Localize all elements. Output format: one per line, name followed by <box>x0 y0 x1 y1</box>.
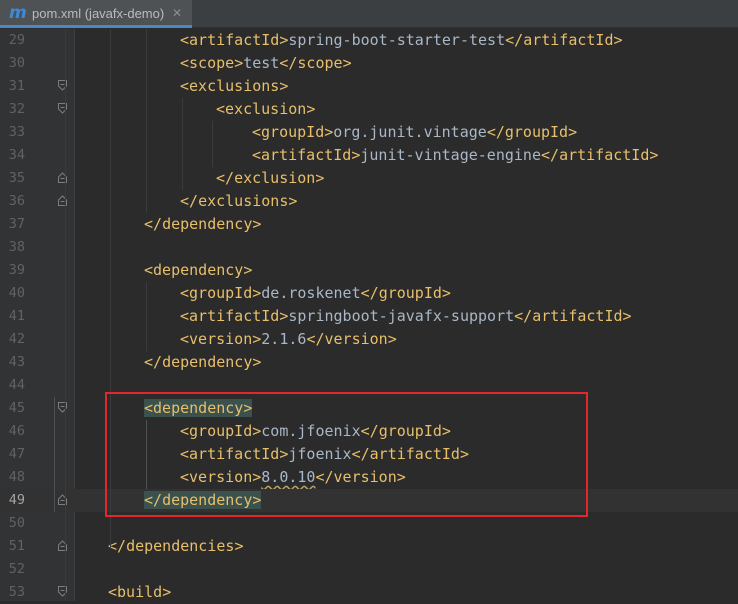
tag-name: groupId <box>261 123 325 141</box>
indent-guide <box>65 29 66 601</box>
code-text: </dependency> <box>144 353 262 371</box>
line-number: 32 <box>8 101 25 117</box>
line-number: 34 <box>8 147 25 163</box>
end-tag-name: dependencies <box>126 537 235 555</box>
tag-name: dependency <box>153 399 244 417</box>
code-line: 52 <box>0 558 738 581</box>
tag-value: jfoenix <box>288 445 352 463</box>
tag-name: scope <box>189 54 235 72</box>
line-number: 31 <box>8 78 25 94</box>
line-number: 42 <box>8 331 25 347</box>
line-number: 35 <box>8 170 25 186</box>
tag-name: artifactId <box>189 31 280 49</box>
line-number: 48 <box>8 469 25 485</box>
tag-name: version <box>189 330 253 348</box>
tag-value: org.junit.vintage <box>333 123 487 141</box>
end-tag-name: version <box>324 330 388 348</box>
code-text: <artifactId>springboot-javafx-support</a… <box>180 307 632 325</box>
indent-guide <box>146 282 147 351</box>
line-number: 51 <box>8 538 25 554</box>
maven-file-icon: m <box>9 3 27 23</box>
end-tag-name: dependency <box>162 491 253 509</box>
tag-value: springboot-javafx-support <box>288 307 515 325</box>
tag-name: groupId <box>189 284 253 302</box>
end-tag-name: artifactId <box>523 31 614 49</box>
indent-guide <box>146 420 147 489</box>
tag-value: com.jfoenix <box>261 422 361 440</box>
line-number: 41 <box>8 308 25 324</box>
code-text: </exclusion> <box>216 169 325 187</box>
line-number: 37 <box>8 216 25 232</box>
end-tag-name: artifactId <box>532 307 623 325</box>
line-number: 49 <box>8 492 25 508</box>
code-text: <exclusions> <box>180 77 289 95</box>
line-number: 40 <box>8 285 25 301</box>
indent-guide <box>146 29 147 213</box>
tag-value: de.roskenet <box>261 284 361 302</box>
tag-name: build <box>117 583 163 601</box>
end-tag-name: exclusion <box>234 169 316 187</box>
editor-tab-bar: m pom.xml (javafx-demo) ✕ <box>0 0 738 28</box>
close-icon[interactable]: ✕ <box>172 5 182 21</box>
line-number: 29 <box>8 32 25 48</box>
tag-value: 2.1.6 <box>261 330 307 348</box>
line-number: 39 <box>8 262 25 278</box>
end-tag-name: groupId <box>378 284 442 302</box>
line-number: 43 <box>8 354 25 370</box>
tab-pom-xml[interactable]: m pom.xml (javafx-demo) ✕ <box>0 0 192 28</box>
tag-value: test <box>243 54 280 72</box>
line-number: 33 <box>8 124 25 140</box>
tag-value: spring-boot-starter-test <box>288 31 506 49</box>
indent-guide <box>212 121 213 167</box>
line-number: 44 <box>8 377 25 393</box>
code-text: <scope>test</scope> <box>180 54 352 72</box>
line-number: 50 <box>8 515 25 531</box>
tag-name: exclusion <box>225 100 307 118</box>
code-text: <groupId>de.roskenet</groupId> <box>180 284 451 302</box>
tag-value: junit-vintage-engine <box>360 146 541 164</box>
end-tag-name: artifactId <box>369 445 460 463</box>
code-text: <version>8.0.10</version> <box>180 468 406 486</box>
end-tag-name: exclusions <box>198 192 289 210</box>
code-text: <groupId>com.jfoenix</groupId> <box>180 422 451 440</box>
code-text: <dependency> <box>144 399 253 417</box>
end-tag-name: dependency <box>162 215 253 233</box>
tag-name: groupId <box>189 422 253 440</box>
tag-name: artifactId <box>189 307 280 325</box>
indent-guide <box>54 397 55 512</box>
line-number: 45 <box>8 400 25 416</box>
code-text: <artifactId>spring-boot-starter-test</ar… <box>180 31 623 49</box>
code-text: </exclusions> <box>180 192 298 210</box>
end-tag-name: artifactId <box>559 146 650 164</box>
tag-name: exclusions <box>189 77 280 95</box>
line-number: 30 <box>8 55 25 71</box>
tab-title: pom.xml (javafx-demo) <box>32 6 165 21</box>
line-number: 36 <box>8 193 25 209</box>
line-number: 47 <box>8 446 25 462</box>
code-text: <exclusion> <box>216 100 316 118</box>
line-number: 52 <box>8 561 25 577</box>
tag-name: artifactId <box>189 445 280 463</box>
tag-value: 8.0.10 <box>261 468 316 486</box>
indent-guide <box>182 98 183 190</box>
tag-name: artifactId <box>261 146 352 164</box>
code-text: <version>2.1.6</version> <box>180 330 397 348</box>
code-text: <dependency> <box>144 261 253 279</box>
indent-guide <box>110 29 111 549</box>
end-tag-name: version <box>333 468 397 486</box>
end-tag-name: dependency <box>162 353 253 371</box>
line-number: 38 <box>8 239 25 255</box>
code-text: </dependencies> <box>108 537 244 555</box>
end-tag-name: groupId <box>378 422 442 440</box>
code-text: <groupId>org.junit.vintage</groupId> <box>252 123 578 141</box>
code-text: <artifactId>junit-vintage-engine</artifa… <box>252 146 659 164</box>
tag-name: dependency <box>153 261 244 279</box>
code-text: </dependency> <box>144 491 262 509</box>
code-text: </dependency> <box>144 215 262 233</box>
code-text: <artifactId>jfoenix</artifactId> <box>180 445 469 463</box>
end-tag-name: scope <box>297 54 343 72</box>
end-tag-name: groupId <box>504 123 569 141</box>
tag-name: version <box>189 468 253 486</box>
line-number: 46 <box>8 423 25 439</box>
